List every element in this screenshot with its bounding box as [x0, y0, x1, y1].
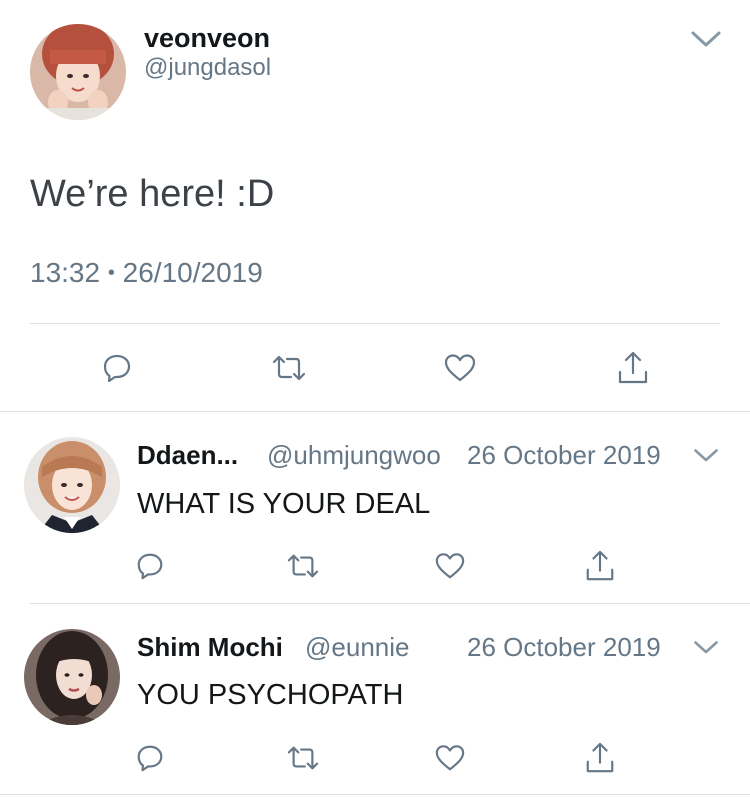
- share-icon: [618, 351, 648, 384]
- retweet-icon: [287, 554, 319, 578]
- avatar[interactable]: [24, 437, 120, 533]
- handle[interactable]: @uhmjungwoo: [267, 439, 441, 471]
- display-name[interactable]: Shim Mochi: [137, 631, 283, 663]
- reply-date[interactable]: 26 October 2019: [467, 439, 661, 471]
- reply-icon: [137, 553, 163, 580]
- heart-icon: [435, 745, 465, 771]
- retweet-icon: [272, 355, 306, 381]
- retweet-button[interactable]: [283, 546, 323, 586]
- share-button[interactable]: [580, 546, 620, 586]
- chevron-down-icon[interactable]: [693, 640, 719, 661]
- reply-button[interactable]: [130, 546, 170, 586]
- tweet-date: 26/10/2019: [122, 257, 263, 288]
- reply-text: WHAT IS YOUR DEAL: [137, 488, 431, 520]
- reply-icon: [137, 745, 163, 772]
- tweet-time: 13:32: [30, 257, 101, 288]
- like-button[interactable]: [430, 738, 470, 778]
- reply-date[interactable]: 26 October 2019: [467, 631, 661, 663]
- divider: [30, 603, 750, 604]
- chevron-down-icon[interactable]: [693, 448, 719, 469]
- reply-text: YOU PSYCHOPATH: [137, 679, 404, 711]
- retweet-button[interactable]: [269, 348, 309, 388]
- reply-button[interactable]: [97, 348, 137, 388]
- share-icon: [586, 550, 614, 581]
- like-button[interactable]: [430, 546, 470, 586]
- tweet-timestamp: 13:32 • 26/10/2019: [30, 255, 263, 294]
- divider: [0, 411, 750, 412]
- reply-button[interactable]: [130, 738, 170, 778]
- tweet-text: We’re here! :D: [30, 173, 275, 215]
- retweet-button[interactable]: [283, 738, 323, 778]
- divider: [30, 323, 720, 324]
- handle[interactable]: @jungdasol: [144, 54, 271, 82]
- avatar[interactable]: [24, 629, 120, 725]
- share-button[interactable]: [580, 738, 620, 778]
- display-name[interactable]: veonveon: [144, 22, 270, 54]
- share-icon: [586, 742, 614, 773]
- reply-icon: [103, 354, 131, 383]
- heart-icon: [444, 354, 476, 382]
- handle[interactable]: @eunnie: [305, 631, 409, 663]
- divider: [0, 794, 750, 795]
- share-button[interactable]: [613, 348, 653, 388]
- retweet-icon: [287, 746, 319, 770]
- chevron-down-icon[interactable]: [690, 30, 722, 55]
- like-button[interactable]: [440, 348, 480, 388]
- heart-icon: [435, 553, 465, 579]
- timestamp-separator: •: [107, 262, 115, 284]
- avatar[interactable]: [30, 24, 126, 120]
- display-name[interactable]: Ddaen...: [137, 439, 238, 471]
